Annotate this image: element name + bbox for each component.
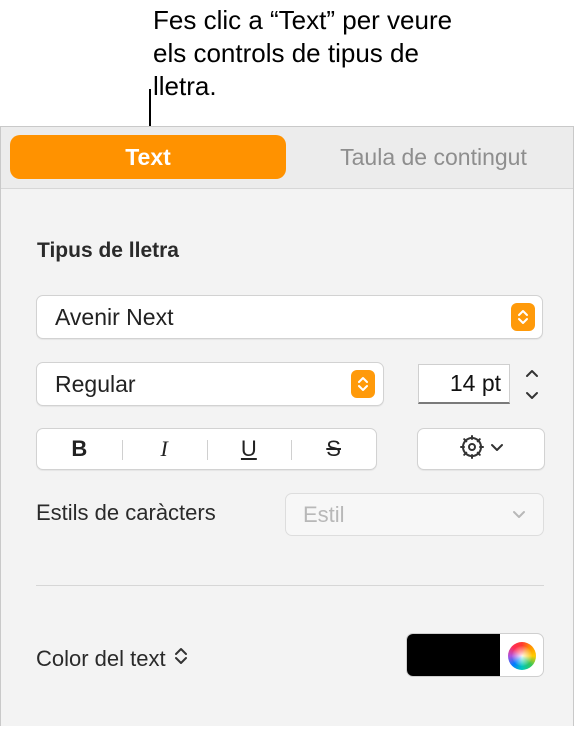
italic-button[interactable]: I <box>121 429 207 469</box>
font-family-popup[interactable]: Avenir Next <box>36 295 543 339</box>
font-section-title: Tipus de lletra <box>37 239 179 262</box>
character-styles-label: Estils de caràcters <box>36 500 216 525</box>
font-size-stepper <box>519 361 545 407</box>
callout-text: Fes clic a “Text” per veure els controls… <box>153 5 453 101</box>
chevron-updown-icon <box>351 370 375 398</box>
chevron-down-icon <box>490 440 504 458</box>
tab-bar: Text Taula de contingut <box>1 127 573 189</box>
advanced-options-button[interactable] <box>417 428 545 470</box>
text-color-well[interactable] <box>406 633 544 677</box>
strikethrough-button[interactable]: S <box>291 429 376 469</box>
color-swatch[interactable] <box>407 634 500 676</box>
chevron-down-icon <box>511 508 527 526</box>
font-family-value: Avenir Next <box>55 303 174 330</box>
text-color-label: Color del text <box>36 646 166 671</box>
underline-button[interactable]: U <box>206 429 292 469</box>
chevron-updown-icon <box>511 303 535 331</box>
chevron-updown-icon <box>174 645 188 673</box>
font-style-value: Regular <box>55 370 136 397</box>
format-sidebar: Text Taula de contingut Tipus de lletra … <box>0 126 574 726</box>
size-increase-button[interactable] <box>519 361 545 384</box>
gear-icon <box>458 433 486 466</box>
character-style-placeholder: Estil <box>303 501 345 527</box>
font-size-field[interactable]: 14 pt <box>418 364 510 404</box>
font-style-popup[interactable]: Regular <box>36 362 384 406</box>
text-format-buttons: B I U S <box>36 428 377 470</box>
bold-button[interactable]: B <box>37 429 122 469</box>
section-divider <box>36 585 544 586</box>
character-style-popup[interactable]: Estil <box>285 493 544 536</box>
tab-table-of-contents[interactable]: Taula de contingut <box>301 135 566 179</box>
text-color-toggle[interactable]: Color del text <box>36 645 188 673</box>
tab-text[interactable]: Text <box>10 135 286 179</box>
color-wheel-icon[interactable] <box>508 642 536 670</box>
size-decrease-button[interactable] <box>519 384 545 407</box>
